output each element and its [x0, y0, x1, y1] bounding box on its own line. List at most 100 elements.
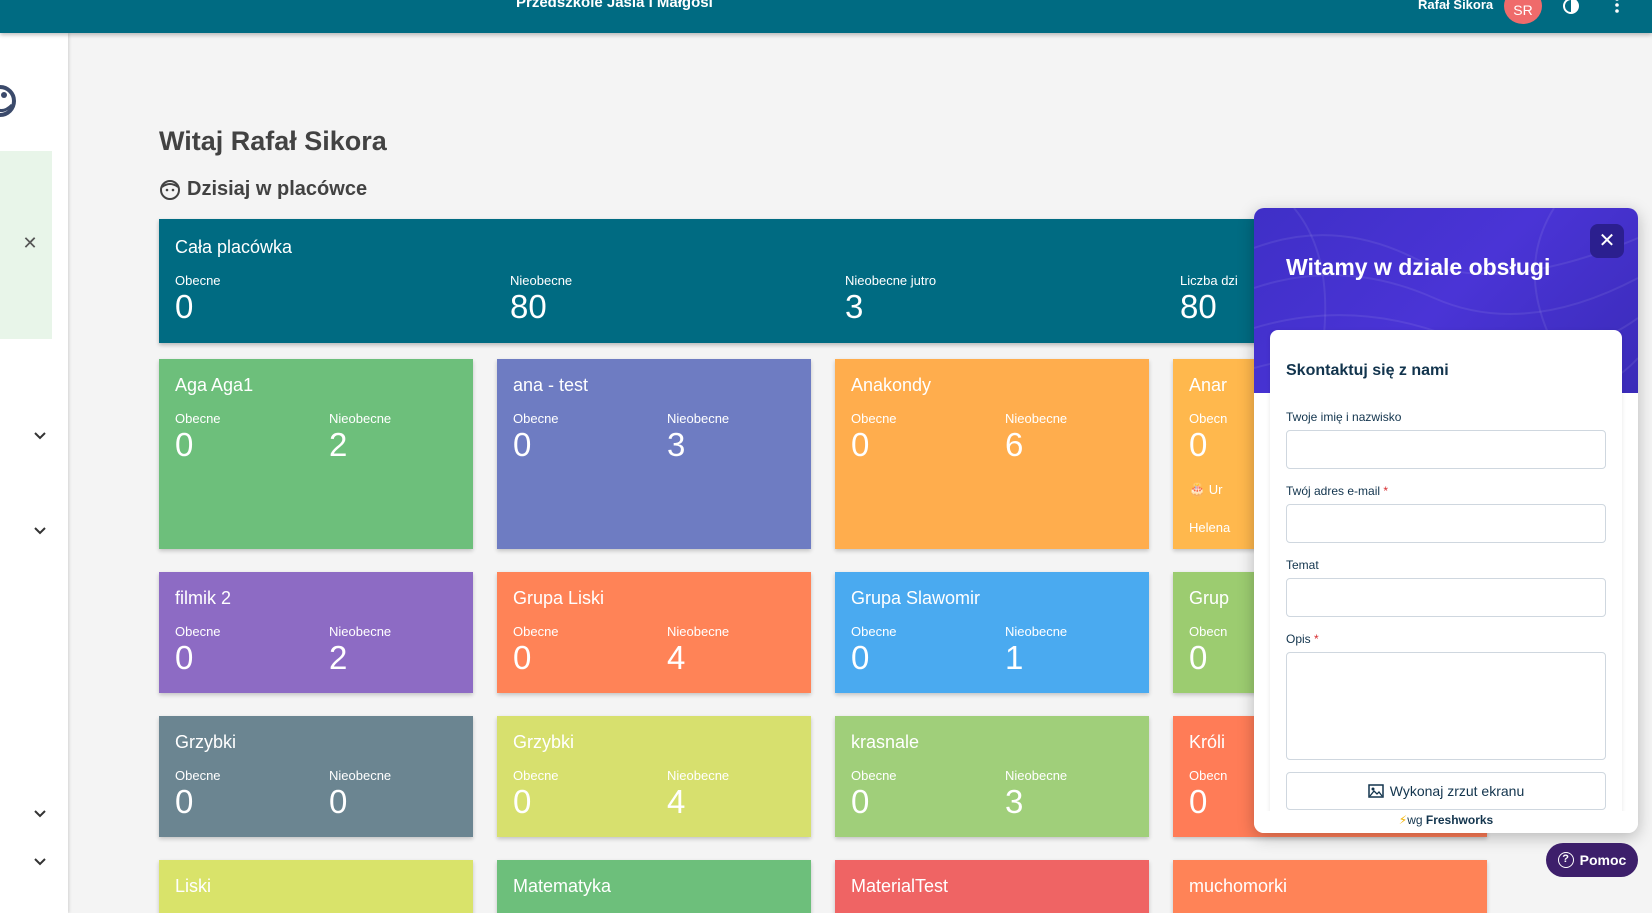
email-label: Twój adres e-mail *: [1286, 484, 1389, 498]
user-name[interactable]: Rafał Sikora: [1418, 0, 1493, 12]
present-stat: Obecn 0: [1189, 768, 1227, 821]
absent-value: 1: [1005, 639, 1024, 676]
help-button[interactable]: ? Pomoc: [1546, 843, 1638, 877]
section-title-text: Dzisiaj w placówce: [187, 178, 368, 200]
absent-stat: Nieobecne 1: [1005, 624, 1067, 677]
screenshot-button[interactable]: Wykonaj zrzut ekranu: [1286, 772, 1606, 810]
group-card[interactable]: Grupa Liski Obecne 0 Nieobecne 4: [497, 572, 811, 693]
group-name: Liski: [175, 876, 212, 896]
group-card[interactable]: Grzybki Obecne 0 Nieobecne 0: [159, 716, 473, 837]
stat-value: 0: [175, 288, 194, 325]
absent-label: Nieobecne: [667, 768, 730, 783]
absent-label: Nieobecne: [329, 411, 392, 426]
name-field[interactable]: [1286, 430, 1606, 469]
present-value: 0: [851, 783, 870, 820]
group-card[interactable]: Anakondy Obecne 0 Nieobecne 6: [835, 359, 1149, 549]
face-icon: [160, 179, 180, 200]
stat-label: Nieobecne: [510, 273, 573, 288]
present-value: 0: [513, 639, 532, 676]
chevron-down-icon[interactable]: [32, 428, 48, 444]
chevron-down-icon[interactable]: [32, 854, 48, 870]
group-card[interactable]: Grupa Slawomir Obecne 0 Nieobecne 1: [835, 572, 1149, 693]
email-field[interactable]: [1286, 504, 1606, 543]
screenshot-label: Wykonaj zrzut ekranu: [1389, 783, 1525, 799]
absent-label: Nieobecne: [1005, 768, 1068, 783]
present-label: Obecne: [851, 768, 897, 783]
contrast-icon[interactable]: [1562, 0, 1580, 14]
chevron-down-icon[interactable]: [32, 523, 48, 539]
present-value: 0: [1189, 426, 1208, 463]
group-card[interactable]: MaterialTest: [835, 860, 1149, 913]
present-stat: Obecne 0: [175, 768, 221, 821]
present-value: 0: [513, 426, 532, 463]
present-label: Obecne: [175, 624, 221, 639]
bolt-icon: ⚡: [1398, 813, 1408, 827]
group-card[interactable]: Liski: [159, 860, 473, 913]
present-label: Obecne: [513, 768, 559, 783]
present-stat: Obecne 0: [513, 411, 559, 464]
group-name: Anakondy: [851, 375, 932, 395]
facility-title: Cała placówka: [175, 237, 293, 257]
stat-absent: Nieobecne 80: [510, 273, 572, 326]
absent-stat: Nieobecne 3: [667, 411, 729, 464]
group-card[interactable]: Matematyka: [497, 860, 811, 913]
group-name: ana - test: [513, 375, 589, 395]
absent-label: Nieobecne: [329, 768, 392, 783]
present-stat: Obecn 0: [1189, 411, 1227, 464]
group-name: Matematyka: [513, 876, 612, 896]
group-name: MaterialTest: [851, 876, 949, 896]
present-value: 0: [1189, 639, 1208, 676]
present-value: 0: [175, 783, 194, 820]
stat-label: Liczba dzi: [1180, 273, 1238, 288]
name-label: Twoje imię i nazwisko: [1286, 410, 1402, 424]
present-label: Obecne: [513, 411, 559, 426]
stat-value: 3: [845, 288, 864, 325]
present-label: Obecn: [1189, 411, 1228, 426]
widget-close-button[interactable]: ✕: [1590, 224, 1624, 258]
group-name: Aga Aga1: [175, 375, 254, 395]
present-stat: Obecne 0: [851, 768, 897, 821]
more-vert-icon[interactable]: [1612, 0, 1622, 16]
powered-by[interactable]: ⚡wg Freshworks: [1254, 811, 1638, 833]
group-name: filmik 2: [175, 588, 232, 608]
group-card[interactable]: ana - test Obecne 0 Nieobecne 3: [497, 359, 811, 549]
birthday-child: Helena: [1189, 520, 1231, 535]
present-stat: Obecne 0: [851, 624, 897, 677]
group-card[interactable]: muchomorki: [1173, 860, 1487, 913]
avatar[interactable]: SR: [1504, 0, 1542, 24]
birthday-note: 🎂 Ur: [1189, 482, 1223, 497]
page-title: Witaj Rafał Sikora: [159, 126, 387, 156]
subject-field[interactable]: [1286, 578, 1606, 617]
present-label: Obecne: [851, 624, 897, 639]
present-stat: Obecne 0: [513, 624, 559, 677]
absent-stat: Nieobecne 2: [329, 624, 391, 677]
group-card[interactable]: krasnale Obecne 0 Nieobecne 3: [835, 716, 1149, 837]
group-card[interactable]: Aga Aga1 Obecne 0 Nieobecne 2: [159, 359, 473, 549]
present-stat: Obecne 0: [175, 624, 221, 677]
top-app-bar: Przedszkole Jasia i Małgosi Rafał Sikora…: [0, 0, 1652, 33]
absent-stat: Nieobecne 3: [1005, 768, 1067, 821]
section-title: Dzisiaj w placówce: [159, 178, 367, 201]
description-label: Opis *: [1286, 632, 1319, 646]
absent-value: 4: [667, 783, 686, 820]
required-mark: *: [1314, 632, 1319, 646]
description-field[interactable]: [1286, 652, 1606, 760]
absent-stat: Nieobecne 4: [667, 624, 729, 677]
close-icon[interactable]: ✕: [22, 234, 38, 252]
group-card[interactable]: Grzybki Obecne 0 Nieobecne 4: [497, 716, 811, 837]
chevron-down-icon[interactable]: [32, 806, 48, 822]
stat-value: 80: [1180, 288, 1217, 325]
present-value: 0: [175, 639, 194, 676]
logo-icon[interactable]: [0, 73, 18, 129]
absent-value: 2: [329, 639, 348, 676]
support-widget: Witamy w dziale obsługi ✕ Skontaktuj się…: [1254, 208, 1638, 833]
absent-value: 6: [1005, 426, 1024, 463]
present-label: Obecne: [175, 411, 221, 426]
group-card[interactable]: filmik 2 Obecne 0 Nieobecne 2: [159, 572, 473, 693]
widget-title: Witamy w dziale obsługi: [1286, 254, 1551, 280]
stat-count: Liczba dzi 80: [1180, 273, 1238, 326]
group-name: Grup: [1189, 588, 1230, 608]
present-stat: Obecn 0: [1189, 624, 1227, 677]
present-stat: Obecne 0: [851, 411, 897, 464]
sidebar: ✕: [0, 33, 68, 913]
